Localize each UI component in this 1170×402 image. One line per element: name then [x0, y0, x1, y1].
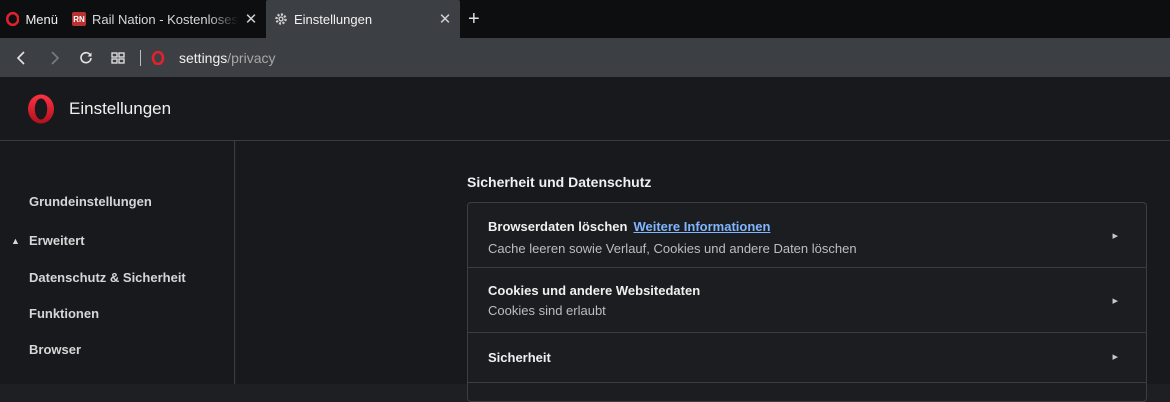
settings-sidebar: Grundeinstellungen ▲ Erweitert Datenschu… — [0, 141, 235, 384]
sidebar-item-grundeinstellungen[interactable]: Grundeinstellungen — [29, 194, 152, 209]
chevron-right-icon: ▸ — [1112, 351, 1118, 363]
row-clear-browsing-data[interactable]: Browserdaten löschen Weitere Informatione… — [468, 203, 1146, 268]
reload-icon — [80, 51, 92, 63]
reload-button[interactable] — [70, 42, 102, 74]
close-icon[interactable]: ✕ — [244, 10, 258, 28]
close-icon[interactable]: ✕ — [438, 10, 452, 28]
gear-icon — [275, 13, 287, 25]
tab-settings[interactable]: Einstellungen ✕ — [266, 0, 460, 38]
sidebar-item-datenschutz-sicherheit[interactable]: Datenschutz & Sicherheit — [29, 270, 186, 285]
back-button[interactable] — [6, 42, 38, 74]
learn-more-link[interactable]: Weitere Informationen — [633, 219, 770, 234]
rail-nation-favicon-icon: RN — [72, 12, 86, 26]
row-security[interactable]: Sicherheit ▸ — [468, 333, 1146, 383]
chevron-right-icon: ▸ — [1112, 230, 1118, 242]
forward-button[interactable] — [38, 42, 70, 74]
row-title: Sicherheit — [488, 350, 551, 365]
section-title: Sicherheit und Datenschutz — [467, 174, 652, 190]
opera-logo-icon — [6, 11, 20, 27]
sidebar-item-browser[interactable]: Browser — [29, 342, 81, 357]
chevron-right-icon: ▸ — [1112, 295, 1118, 307]
opera-site-icon — [151, 50, 165, 65]
privacy-card: Browserdaten löschen Weitere Informatione… — [467, 202, 1147, 402]
new-tab-button[interactable]: + — [460, 0, 488, 38]
row-subtitle: Cookies sind erlaubt — [488, 303, 606, 318]
settings-header: Einstellungen — [0, 77, 1170, 141]
settings-main: Sicherheit und Datenschutz Browserdaten … — [236, 141, 1170, 402]
toolbar-divider — [140, 49, 141, 66]
caret-up-icon: ▲ — [11, 236, 20, 246]
grid-icon — [111, 51, 125, 64]
chevron-left-icon — [16, 50, 25, 65]
menu-label: Menü — [25, 11, 58, 27]
url-host: settings — [179, 49, 228, 66]
tab-title: Rail Nation - Kostenloses Strategiespiel — [92, 11, 238, 27]
row-subtitle: Cache leeren sowie Verlauf, Cookies und … — [488, 241, 857, 256]
url-path: /privacy — [227, 49, 276, 66]
row-cookies[interactable]: Cookies und andere Websitedaten Cookies … — [468, 268, 1146, 333]
row-title: Browserdaten löschen — [488, 219, 628, 234]
sidebar-item-erweitert[interactable]: Erweitert — [29, 233, 85, 248]
opera-logo-icon — [28, 94, 54, 123]
address-toolbar: settings/privacy — [0, 38, 1170, 77]
tab-overview-button[interactable] — [102, 42, 134, 74]
tab-strip: Menü RN Rail Nation - Kostenloses Strate… — [0, 0, 1170, 38]
chevron-right-icon — [51, 50, 60, 65]
tab-rail-nation[interactable]: RN Rail Nation - Kostenloses Strategiesp… — [64, 0, 266, 38]
tab-title: Einstellungen — [294, 11, 373, 27]
page-title: Einstellungen — [69, 98, 172, 118]
sidebar-item-funktionen[interactable]: Funktionen — [29, 306, 99, 321]
row-title: Cookies und andere Websitedaten — [488, 283, 701, 298]
address-field[interactable]: settings/privacy — [179, 50, 275, 66]
opera-menu-button[interactable]: Menü — [0, 0, 64, 38]
